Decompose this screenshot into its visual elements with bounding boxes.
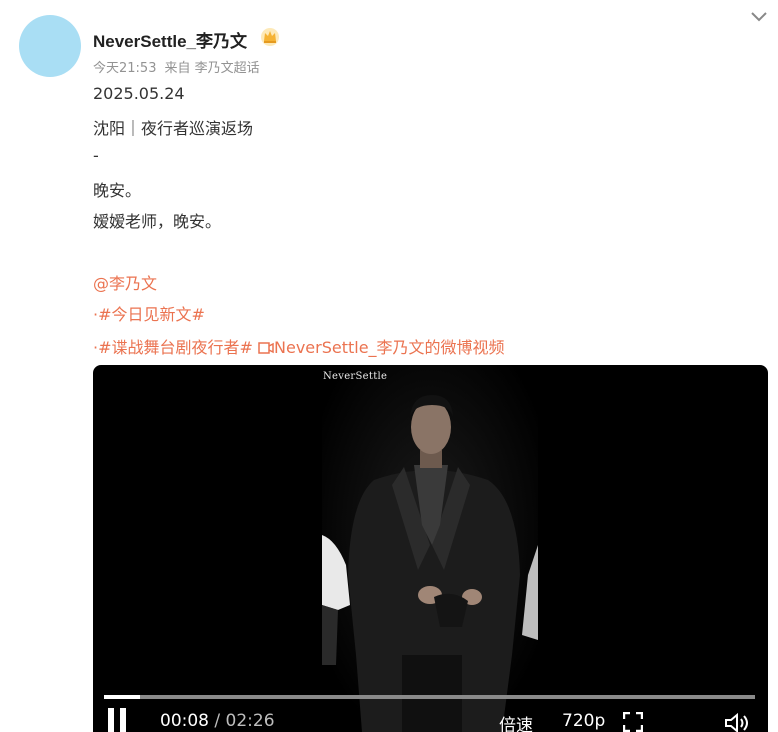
volume-icon[interactable]	[724, 712, 752, 732]
pause-button[interactable]	[106, 708, 128, 732]
hashtag-row: ·#谍战舞台剧夜行者# NeverSettle_李乃文的微博视频	[93, 334, 505, 358]
video-link[interactable]: NeverSettle_李乃文的微博视频	[274, 338, 505, 357]
video-camera-icon	[258, 342, 274, 354]
crown-badge-icon	[261, 28, 279, 46]
progress-bar[interactable]	[104, 695, 755, 699]
username[interactable]: NeverSettle_李乃文	[93, 27, 247, 52]
progress-fill	[104, 695, 140, 699]
duration: 02:26	[225, 711, 275, 731]
fullscreen-icon[interactable]	[623, 712, 643, 732]
post-line-title: 沈阳｜夜行者巡演返场	[93, 119, 254, 138]
post-line-goodnight: 晚安。	[93, 181, 142, 200]
avatar[interactable]	[19, 15, 81, 77]
video-still-image	[322, 365, 538, 732]
time-display: 00:08 / 02:26	[160, 711, 275, 731]
post-line-dash: -	[93, 146, 99, 165]
speed-button[interactable]: 倍速	[499, 711, 533, 732]
post-line-goodnight-teacher: 嫒嫒老师，晚安。	[93, 212, 222, 231]
post-source[interactable]: 来自 李乃文超话	[164, 61, 259, 76]
pause-icon	[108, 708, 114, 732]
mention-link[interactable]: @李乃文	[93, 270, 157, 294]
hashtag-link-1[interactable]: ·#今日见新文#	[93, 301, 205, 325]
chevron-down-icon[interactable]	[750, 10, 768, 24]
post-meta: 今天21:53 来自 李乃文超话	[93, 57, 268, 76]
post-date: 2025.05.24	[93, 84, 185, 103]
video-watermark: NeverSettle	[323, 371, 388, 382]
video-frame[interactable]	[322, 365, 538, 732]
current-time: 00:08	[160, 711, 209, 731]
quality-button[interactable]: 720p	[562, 711, 605, 731]
post-time: 今天21:53	[93, 61, 157, 76]
pause-icon-bar	[120, 708, 126, 732]
time-separator: /	[209, 711, 226, 731]
video-player[interactable]: NeverSettle 00:08 / 02:26 倍速 720p	[93, 365, 768, 732]
hashtag-link-2[interactable]: ·#谍战舞台剧夜行者#	[93, 338, 253, 357]
